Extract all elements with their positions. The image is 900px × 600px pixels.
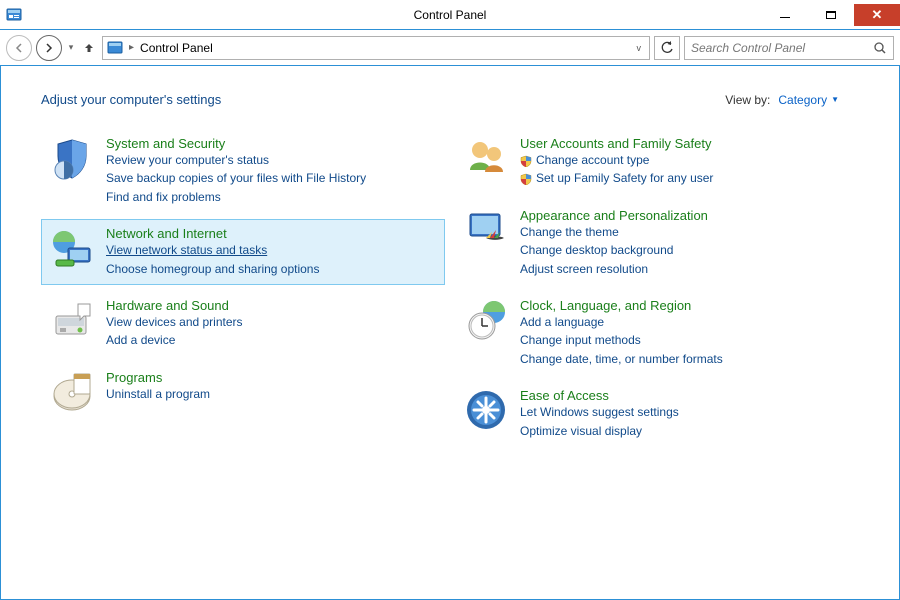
category-link-text: View network status and tasks <box>106 242 267 259</box>
minimize-button[interactable] <box>762 4 808 26</box>
category-link-text: Optimize visual display <box>520 423 642 440</box>
category-link[interactable]: Optimize visual display <box>520 423 679 440</box>
category-users[interactable]: User Accounts and Family SafetyChange ac… <box>455 129 859 195</box>
category-security[interactable]: System and SecurityReview your computer'… <box>41 129 445 213</box>
viewby-dropdown[interactable]: Category ▼ <box>778 93 839 107</box>
category-programs[interactable]: ProgramsUninstall a program <box>41 363 445 421</box>
titlebar: Control Panel ✕ <box>0 0 900 30</box>
category-title[interactable]: Programs <box>106 370 210 385</box>
category-link-text: View devices and printers <box>106 314 243 331</box>
category-ease[interactable]: Ease of AccessLet Windows suggest settin… <box>455 381 859 447</box>
category-link[interactable]: Adjust screen resolution <box>520 261 708 278</box>
up-button[interactable] <box>80 39 98 57</box>
category-link[interactable]: View devices and printers <box>106 314 243 331</box>
category-clock[interactable]: Clock, Language, and RegionAdd a languag… <box>455 291 859 375</box>
category-body: ProgramsUninstall a program <box>106 370 210 403</box>
category-link-text: Change desktop background <box>520 242 673 259</box>
category-column-right: User Accounts and Family SafetyChange ac… <box>455 129 859 447</box>
category-link-text: Let Windows suggest settings <box>520 404 679 421</box>
category-link-text: Adjust screen resolution <box>520 261 648 278</box>
category-link[interactable]: Change account type <box>520 152 713 169</box>
app-icon <box>6 7 22 23</box>
category-title[interactable]: Network and Internet <box>106 226 319 241</box>
search-input[interactable] <box>691 41 873 55</box>
close-button[interactable]: ✕ <box>854 4 900 26</box>
address-bar[interactable]: ▸ Control Panel v <box>102 36 650 60</box>
chevron-down-icon: ▼ <box>831 95 839 104</box>
category-link-text: Add a language <box>520 314 604 331</box>
category-title[interactable]: Appearance and Personalization <box>520 208 708 223</box>
navbar: ▾ ▸ Control Panel v <box>0 30 900 66</box>
search-box[interactable] <box>684 36 894 60</box>
content-area: Adjust your computer's settings View by:… <box>0 66 900 600</box>
hardware-icon <box>50 298 94 342</box>
category-link[interactable]: Set up Family Safety for any user <box>520 170 713 187</box>
network-icon <box>50 226 94 270</box>
category-title[interactable]: Hardware and Sound <box>106 298 243 313</box>
category-link[interactable]: Review your computer's status <box>106 152 366 169</box>
category-hardware[interactable]: Hardware and SoundView devices and print… <box>41 291 445 357</box>
category-link-text: Add a device <box>106 332 175 349</box>
category-title[interactable]: User Accounts and Family Safety <box>520 136 713 151</box>
viewby-label: View by: <box>725 93 770 107</box>
category-link-text: Find and fix problems <box>106 189 221 206</box>
page-title: Adjust your computer's settings <box>41 92 221 107</box>
category-body: System and SecurityReview your computer'… <box>106 136 366 206</box>
category-link[interactable]: Choose homegroup and sharing options <box>106 261 319 278</box>
category-link-text: Change input methods <box>520 332 641 349</box>
category-link-text: Choose homegroup and sharing options <box>106 261 319 278</box>
category-link[interactable]: Let Windows suggest settings <box>520 404 679 421</box>
category-link-text: Review your computer's status <box>106 152 269 169</box>
search-icon <box>873 41 887 55</box>
shield-icon <box>520 173 532 185</box>
category-link[interactable]: View network status and tasks <box>106 242 319 259</box>
address-dropdown-icon[interactable]: v <box>633 43 646 53</box>
category-body: Hardware and SoundView devices and print… <box>106 298 243 350</box>
category-link[interactable]: Save backup copies of your files with Fi… <box>106 170 366 187</box>
category-title[interactable]: System and Security <box>106 136 366 151</box>
refresh-button[interactable] <box>654 36 680 60</box>
category-link[interactable]: Change date, time, or number formats <box>520 351 723 368</box>
forward-button[interactable] <box>36 35 62 61</box>
category-body: Network and InternetView network status … <box>106 226 319 278</box>
history-dropdown[interactable]: ▾ <box>66 42 76 53</box>
category-link[interactable]: Find and fix problems <box>106 189 366 206</box>
category-link[interactable]: Uninstall a program <box>106 386 210 403</box>
back-button[interactable] <box>6 35 32 61</box>
programs-icon <box>50 370 94 414</box>
category-link[interactable]: Change desktop background <box>520 242 708 259</box>
users-icon <box>464 136 508 180</box>
category-link-text: Set up Family Safety for any user <box>536 170 713 187</box>
category-title[interactable]: Ease of Access <box>520 388 679 403</box>
maximize-button[interactable] <box>808 4 854 26</box>
breadcrumb-root[interactable]: Control Panel <box>140 41 213 55</box>
category-body: Ease of AccessLet Windows suggest settin… <box>520 388 679 440</box>
category-body: User Accounts and Family SafetyChange ac… <box>520 136 713 188</box>
clock-icon <box>464 298 508 342</box>
appearance-icon <box>464 208 508 252</box>
category-body: Clock, Language, and RegionAdd a languag… <box>520 298 723 368</box>
category-link-text: Change account type <box>536 152 649 169</box>
category-link[interactable]: Add a language <box>520 314 723 331</box>
ease-icon <box>464 388 508 432</box>
window-controls: ✕ <box>762 4 900 26</box>
category-link[interactable]: Change the theme <box>520 224 708 241</box>
viewby-value: Category <box>778 93 827 107</box>
category-column-left: System and SecurityReview your computer'… <box>41 129 445 447</box>
breadcrumb-sep-icon: ▸ <box>129 42 134 53</box>
category-link[interactable]: Add a device <box>106 332 243 349</box>
category-link-text: Change date, time, or number formats <box>520 351 723 368</box>
category-link-text: Uninstall a program <box>106 386 210 403</box>
category-body: Appearance and PersonalizationChange the… <box>520 208 708 278</box>
viewby: View by: Category ▼ <box>725 93 839 107</box>
address-icon <box>107 40 123 56</box>
category-link-text: Change the theme <box>520 224 619 241</box>
category-title[interactable]: Clock, Language, and Region <box>520 298 723 313</box>
shield-icon <box>520 155 532 167</box>
category-appearance[interactable]: Appearance and PersonalizationChange the… <box>455 201 859 285</box>
category-link[interactable]: Change input methods <box>520 332 723 349</box>
category-network[interactable]: Network and InternetView network status … <box>41 219 445 285</box>
category-link-text: Save backup copies of your files with Fi… <box>106 170 366 187</box>
security-icon <box>50 136 94 180</box>
